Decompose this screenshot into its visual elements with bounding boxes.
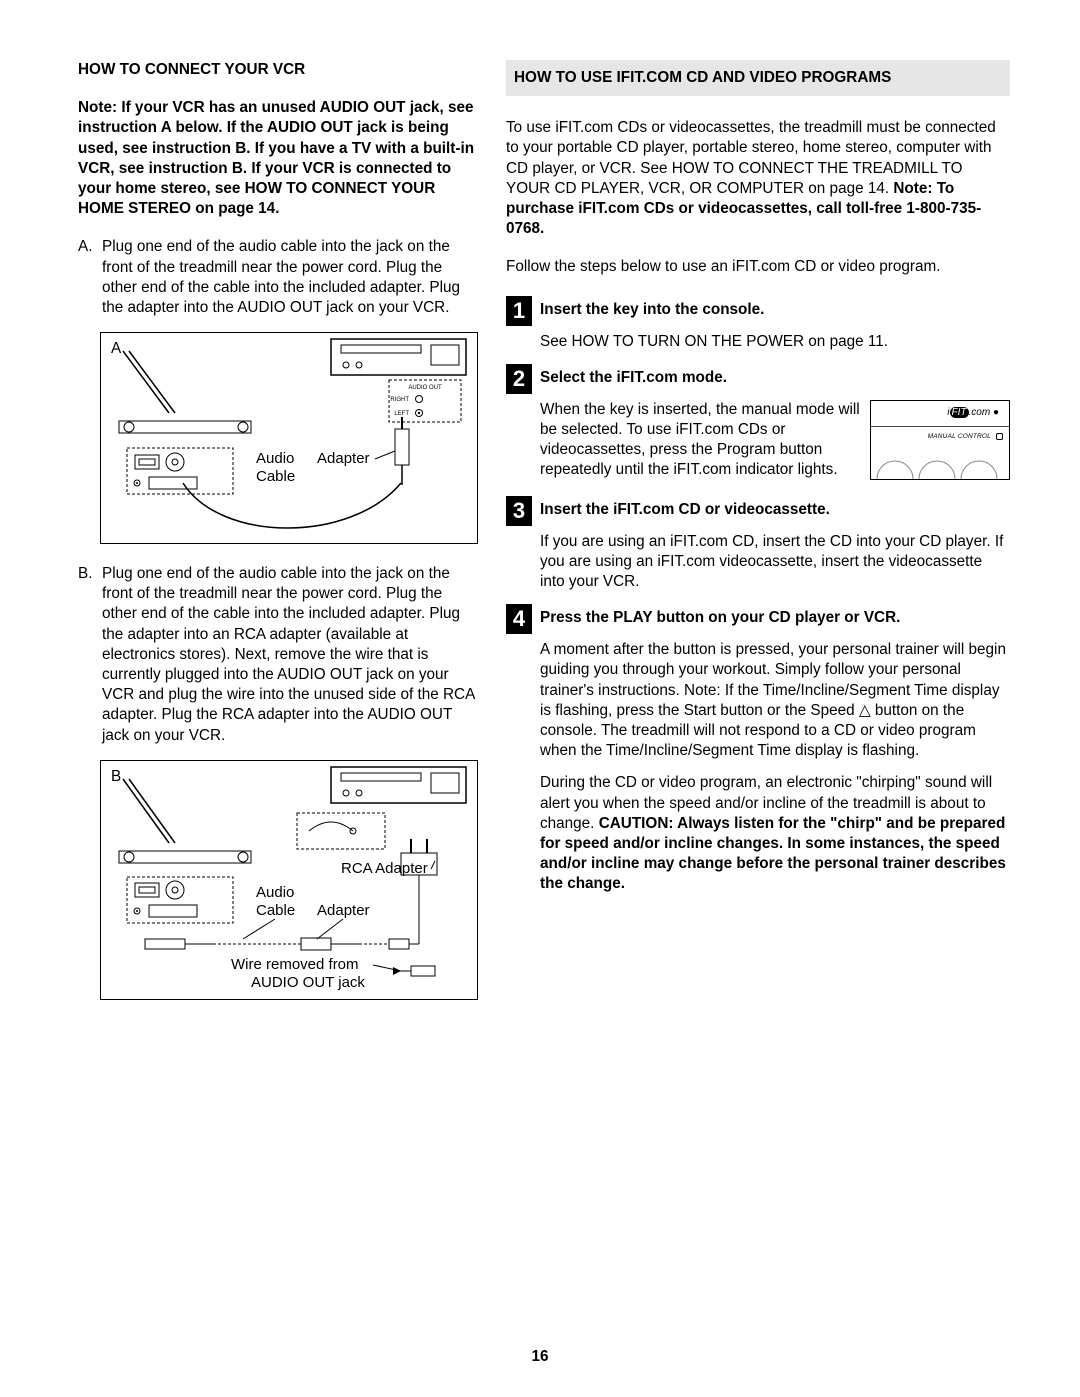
step-2-num: 2 <box>506 364 532 394</box>
step-3: 3 Insert the iFIT.com CD or videocassett… <box>506 496 1010 526</box>
right-heading: HOW TO USE IFIT.COM CD AND VIDEO PROGRAM… <box>506 60 1010 96</box>
diagram-a: A AUDIO OUT RIGHT LEFT <box>100 332 478 544</box>
step-4-body-2: During the CD or video program, an elect… <box>540 773 1010 894</box>
diagram-b-illustration: RCA Adapter Audio Cable Adapter Wire rem… <box>101 761 477 999</box>
instruction-b: B. Plug one end of the audio cable into … <box>78 564 478 746</box>
right-column: HOW TO USE IFIT.COM CD AND VIDEO PROGRAM… <box>506 60 1010 1357</box>
svg-text:Cable: Cable <box>256 468 295 485</box>
step-1-num: 1 <box>506 296 532 326</box>
left-column: HOW TO CONNECT YOUR VCR Note: If your VC… <box>78 60 478 1357</box>
step-3-body: If you are using an iFIT.com CD, insert … <box>540 532 1010 593</box>
console-topbar: iFIT.com ● <box>871 401 1009 427</box>
instruction-a-text: Plug one end of the audio cable into the… <box>102 237 478 318</box>
step-4-title: Press the PLAY button on your CD player … <box>540 604 1010 634</box>
ifit-logo-icon: iFIT.com ● <box>947 406 999 419</box>
left-heading: HOW TO CONNECT YOUR VCR <box>78 60 478 80</box>
step-4-num: 4 <box>506 604 532 634</box>
svg-text:Adapter: Adapter <box>317 450 370 467</box>
step-4-body2-bold: CAUTION: Always listen for the "chirp" a… <box>540 815 1006 893</box>
diagram-b: B <box>100 760 478 1000</box>
step-2-body: iFIT.com ● MANUAL CONTROL When the key i… <box>540 400 1010 484</box>
svg-text:RIGHT: RIGHT <box>390 397 409 403</box>
svg-text:Audio: Audio <box>256 884 294 901</box>
svg-text:AUDIO OUT jack: AUDIO OUT jack <box>251 974 365 991</box>
step-1-body: See HOW TO TURN ON THE POWER on page 11. <box>540 332 1010 352</box>
manual-control-label: MANUAL CONTROL <box>928 433 991 442</box>
step-4-body-1: A moment after the button is pressed, yo… <box>540 640 1010 761</box>
console-arcs-icon <box>871 455 1011 479</box>
console-display: iFIT.com ● MANUAL CONTROL <box>870 400 1010 480</box>
svg-text:Adapter: Adapter <box>317 902 370 919</box>
follow-text: Follow the steps below to use an iFIT.co… <box>506 257 1010 277</box>
svg-text:AUDIO OUT: AUDIO OUT <box>408 385 442 391</box>
letter-b: B. <box>78 564 102 746</box>
diagram-a-illustration: AUDIO OUT RIGHT LEFT <box>101 333 477 543</box>
left-note: Note: If your VCR has an unused AUDIO OU… <box>78 98 478 219</box>
step-1: 1 Insert the key into the console. <box>506 296 1010 326</box>
step-1-title: Insert the key into the console. <box>540 296 1010 326</box>
svg-text:Wire removed from: Wire removed from <box>231 956 359 973</box>
step-2: 2 Select the iFIT.com mode. <box>506 364 1010 394</box>
instruction-a: A. Plug one end of the audio cable into … <box>78 237 478 318</box>
step-3-num: 3 <box>506 496 532 526</box>
step-3-title: Insert the iFIT.com CD or videocassette. <box>540 496 1010 526</box>
step-2-body-text: When the key is inserted, the manual mod… <box>540 401 860 479</box>
intro-paragraph: To use iFIT.com CDs or videocassettes, t… <box>506 118 1010 239</box>
step-2-title: Select the iFIT.com mode. <box>540 364 1010 394</box>
letter-a: A. <box>78 237 102 318</box>
step-4: 4 Press the PLAY button on your CD playe… <box>506 604 1010 634</box>
svg-text:LEFT: LEFT <box>394 411 409 417</box>
indicator-dot-icon <box>996 433 1003 440</box>
svg-text:RCA Adapter: RCA Adapter <box>341 860 428 877</box>
svg-text:Cable: Cable <box>256 902 295 919</box>
svg-text:Audio: Audio <box>256 450 294 467</box>
page-number: 16 <box>0 1347 1080 1367</box>
instruction-b-text: Plug one end of the audio cable into the… <box>102 564 478 746</box>
